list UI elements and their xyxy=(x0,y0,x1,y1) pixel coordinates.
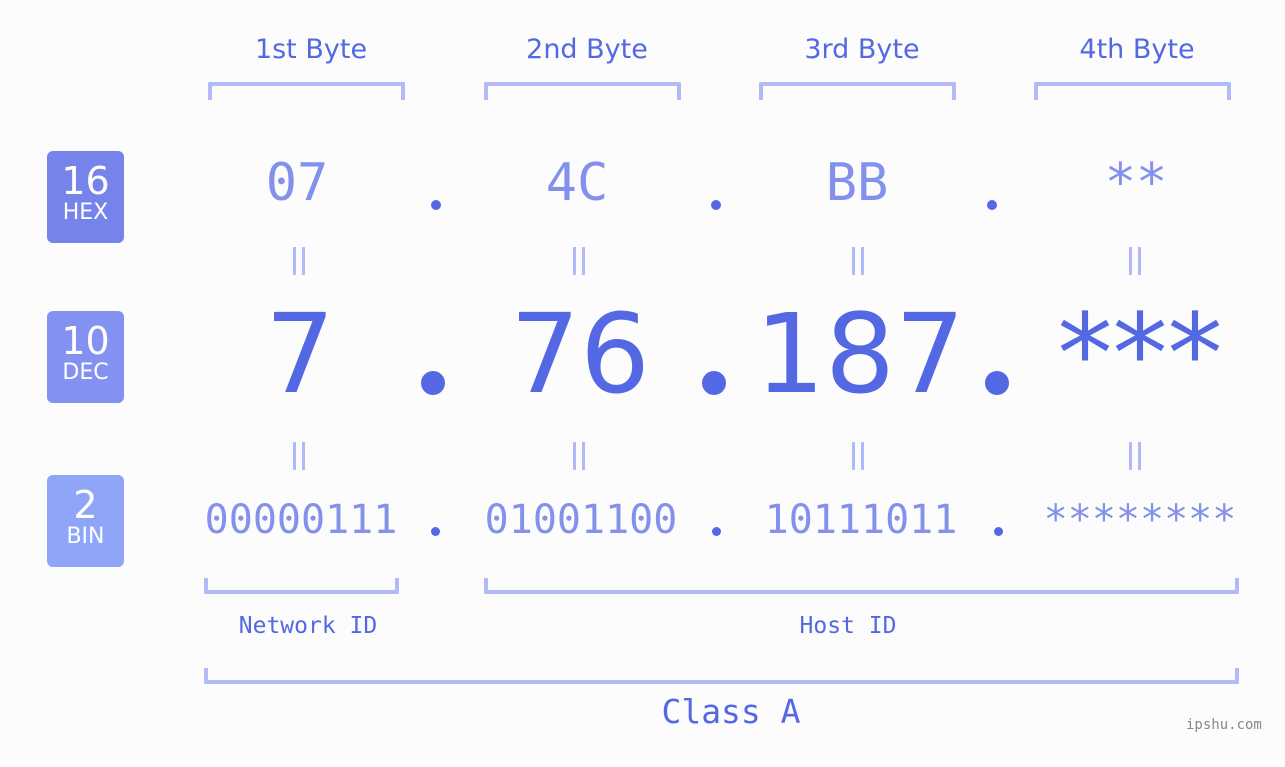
equals-mark xyxy=(573,247,576,275)
byte-header-1: 1st Byte xyxy=(254,34,368,65)
equals-mark xyxy=(1129,247,1132,275)
dec-separator-dot xyxy=(702,371,726,395)
host-id-bracket xyxy=(484,578,1239,594)
hex-badge-base: 16 xyxy=(61,159,110,203)
class-bracket xyxy=(204,668,1239,684)
equals-mark xyxy=(293,247,296,275)
bin-value-2: 01001100 xyxy=(484,497,678,543)
network-id-bracket xyxy=(204,578,399,594)
hex-separator-dot xyxy=(431,200,441,210)
dec-value-2: 76 xyxy=(510,290,650,418)
dec-badge-label: DEC xyxy=(62,360,109,385)
hex-badge: 16 HEX xyxy=(47,151,124,243)
equals-mark xyxy=(302,247,305,275)
bin-badge-base: 2 xyxy=(73,483,98,527)
bin-value-3: 10111011 xyxy=(764,497,958,543)
hex-value-3: BB xyxy=(825,153,889,213)
equals-mark xyxy=(852,442,855,470)
equals-mark xyxy=(861,442,864,470)
ip-class-label: Class A xyxy=(661,692,801,731)
bin-separator-dot xyxy=(994,527,1003,536)
bin-separator-dot xyxy=(712,527,721,536)
host-id-label: Host ID xyxy=(799,613,897,639)
equals-mark xyxy=(852,247,855,275)
byte-bracket-4 xyxy=(1034,82,1231,100)
equals-mark xyxy=(293,442,296,470)
equals-mark xyxy=(582,247,585,275)
byte-bracket-2 xyxy=(484,82,681,100)
hex-value-2: 4C xyxy=(545,153,609,213)
dec-value-1: 7 xyxy=(265,290,335,418)
equals-mark xyxy=(1138,247,1141,275)
byte-header-2: 2nd Byte xyxy=(526,34,648,65)
hex-badge-label: HEX xyxy=(62,200,109,225)
equals-mark xyxy=(1138,442,1141,470)
watermark: ipshu.com xyxy=(1186,717,1262,733)
byte-header-4: 4th Byte xyxy=(1079,34,1195,65)
byte-bracket-3 xyxy=(759,82,956,100)
equals-mark xyxy=(1129,442,1132,470)
bin-badge: 2 BIN xyxy=(47,475,124,567)
equals-mark xyxy=(573,442,576,470)
dec-separator-dot xyxy=(985,371,1009,395)
dec-badge-base: 10 xyxy=(61,319,110,363)
bin-separator-dot xyxy=(431,527,440,536)
dec-badge: 10 DEC xyxy=(47,311,124,403)
bin-badge-label: BIN xyxy=(66,524,105,549)
equals-mark xyxy=(302,442,305,470)
network-id-label: Network ID xyxy=(238,613,378,639)
bin-value-1: 00000111 xyxy=(204,497,398,543)
dec-value-3: 187 xyxy=(755,290,965,418)
bin-value-4: ******** xyxy=(1043,497,1237,543)
hex-value-1: 07 xyxy=(265,153,329,213)
equals-mark xyxy=(582,442,585,470)
dec-value-4: *** xyxy=(1057,290,1223,418)
hex-separator-dot xyxy=(711,200,721,210)
byte-header-3: 3rd Byte xyxy=(804,34,920,65)
dec-separator-dot xyxy=(421,371,445,395)
byte-bracket-1 xyxy=(208,82,405,100)
equals-mark xyxy=(861,247,864,275)
hex-separator-dot xyxy=(987,200,997,210)
hex-value-4: ** xyxy=(1104,153,1168,213)
